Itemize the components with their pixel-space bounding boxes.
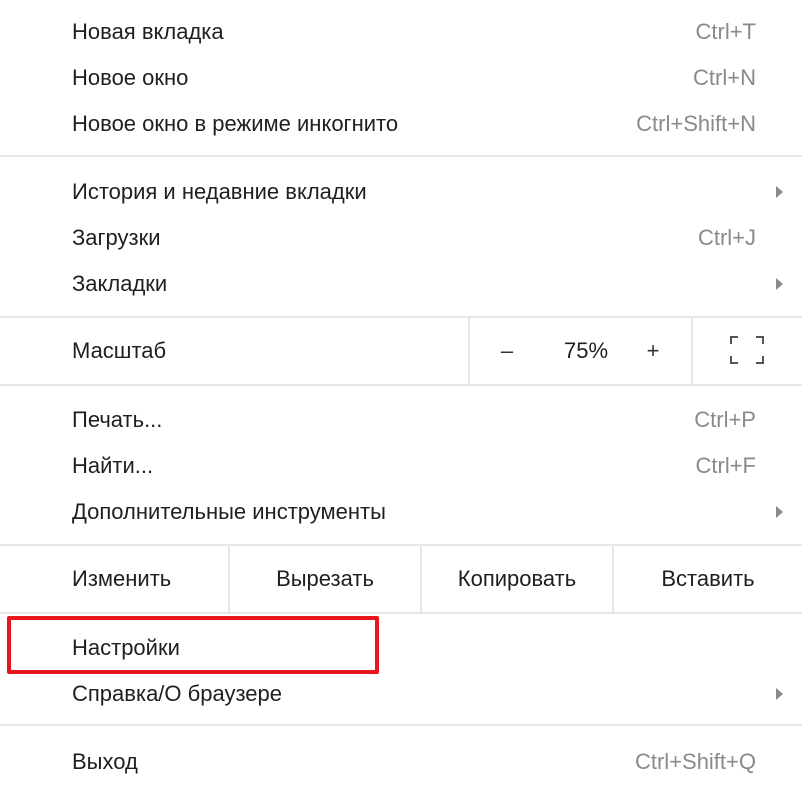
copy-button-label: Копировать: [457, 566, 577, 591]
edit-divider: [420, 546, 422, 612]
menu-item-label: Печать...: [72, 407, 163, 432]
zoom-value: 75%: [563, 338, 609, 363]
paste-button-label: Вставить: [661, 566, 755, 591]
menu-item-downloads[interactable]: Загрузки Ctrl+J: [0, 215, 802, 261]
menu-item-label: История и недавние вкладки: [72, 179, 367, 204]
menu-item-label: Закладки: [72, 271, 168, 296]
menu-item-label: Выход: [72, 749, 138, 774]
menu-item-shortcut: Ctrl+P: [694, 407, 756, 432]
edit-label: Изменить: [72, 566, 172, 591]
fullscreen-icon[interactable]: [730, 336, 764, 364]
submenu-arrow-icon: [776, 506, 783, 518]
menu-item-label: Справка/О браузере: [72, 681, 283, 706]
menu-item-label: Новое окно в режиме инкогнито: [72, 111, 399, 136]
menu-item-print[interactable]: Печать... Ctrl+P: [0, 397, 802, 443]
zoom-divider: [691, 318, 693, 384]
settings-highlight-box: [7, 616, 379, 674]
menu-item-shortcut: Ctrl+N: [693, 65, 756, 90]
menu-item-shortcut: Ctrl+Shift+N: [636, 111, 756, 136]
menu-item-shortcut: Ctrl+J: [697, 225, 756, 250]
menu-item-find[interactable]: Найти... Ctrl+F: [0, 443, 802, 489]
menu-item-history[interactable]: История и недавние вкладки: [0, 169, 802, 215]
menu-separator: [0, 612, 802, 614]
cut-button[interactable]: Вырезать: [230, 546, 420, 612]
submenu-arrow-icon: [776, 278, 783, 290]
menu-item-exit[interactable]: Выход Ctrl+Shift+Q: [0, 739, 802, 785]
zoom-out-button[interactable]: –: [492, 338, 522, 364]
submenu-arrow-icon: [776, 688, 783, 700]
cut-button-label: Вырезать: [276, 566, 374, 591]
zoom-in-button[interactable]: +: [638, 338, 668, 364]
browser-main-menu: Новая вкладка Ctrl+T Новое окно Ctrl+N Н…: [0, 0, 802, 788]
menu-item-help[interactable]: Справка/О браузере: [0, 671, 802, 717]
edit-divider: [612, 546, 614, 612]
edit-divider: [228, 546, 230, 612]
menu-separator: [0, 155, 802, 157]
menu-item-shortcut: Ctrl+T: [695, 19, 757, 44]
menu-item-shortcut: Ctrl+F: [695, 453, 757, 478]
menu-item-new-incognito-window[interactable]: Новое окно в режиме инкогнито Ctrl+Shift…: [0, 101, 802, 147]
zoom-divider: [468, 318, 470, 384]
menu-item-shortcut: Ctrl+Shift+Q: [634, 749, 756, 774]
paste-button[interactable]: Вставить: [614, 546, 802, 612]
menu-separator: [0, 724, 802, 726]
menu-item-label: Найти...: [72, 453, 154, 478]
copy-button[interactable]: Копировать: [422, 546, 612, 612]
menu-item-label: Новое окно: [72, 65, 189, 90]
zoom-label: Масштаб: [72, 338, 167, 363]
menu-item-label: Загрузки: [72, 225, 161, 250]
menu-item-new-window[interactable]: Новое окно Ctrl+N: [0, 55, 802, 101]
zoom-row: Масштаб – 75% +: [0, 318, 802, 384]
edit-row: Изменить Вырезать Копировать Вставить: [0, 546, 802, 612]
menu-item-label: Новая вкладка: [72, 19, 224, 44]
menu-separator: [0, 384, 802, 386]
menu-item-new-tab[interactable]: Новая вкладка Ctrl+T: [0, 9, 802, 55]
menu-item-label: Дополнительные инструменты: [72, 499, 386, 524]
menu-item-more-tools[interactable]: Дополнительные инструменты: [0, 489, 802, 535]
menu-item-bookmarks[interactable]: Закладки: [0, 261, 802, 307]
submenu-arrow-icon: [776, 186, 783, 198]
